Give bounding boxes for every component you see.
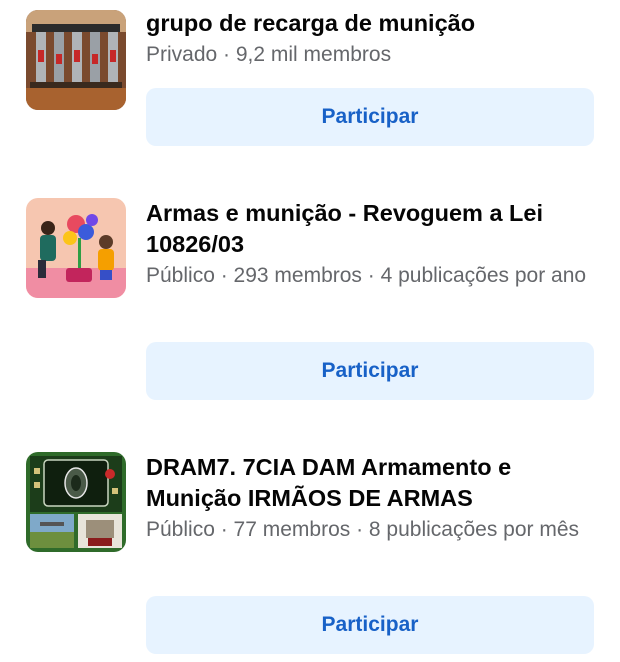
group-meta: Público · 77 membros · 8 publicações por… <box>146 518 580 541</box>
join-button[interactable]: Participar <box>146 88 594 146</box>
military-emblem-image[interactable] <box>26 452 126 552</box>
illustration-people-flowers-image[interactable] <box>26 198 126 298</box>
illustration-people-flowers-image <box>26 198 126 298</box>
group-name[interactable]: Armas e munição - Revoguem a Lei 10826/0… <box>146 198 596 260</box>
group-list: grupo de recarga de munição Privado · 9,… <box>0 0 620 662</box>
ammo-reloading-image[interactable] <box>26 10 126 110</box>
military-emblem-image <box>26 452 126 552</box>
group-meta: Público · 293 membros · 4 publicações po… <box>146 264 587 287</box>
join-button[interactable]: Participar <box>146 342 594 400</box>
group-name[interactable]: grupo de recarga de munição <box>146 8 596 39</box>
ammo-reloading-image <box>26 10 126 110</box>
group-name[interactable]: DRAM7. 7CIA DAM Armamento e Munição IRMÃ… <box>146 452 596 514</box>
join-button[interactable]: Participar <box>146 596 594 654</box>
group-meta: Privado · 9,2 mil membros <box>146 43 392 66</box>
